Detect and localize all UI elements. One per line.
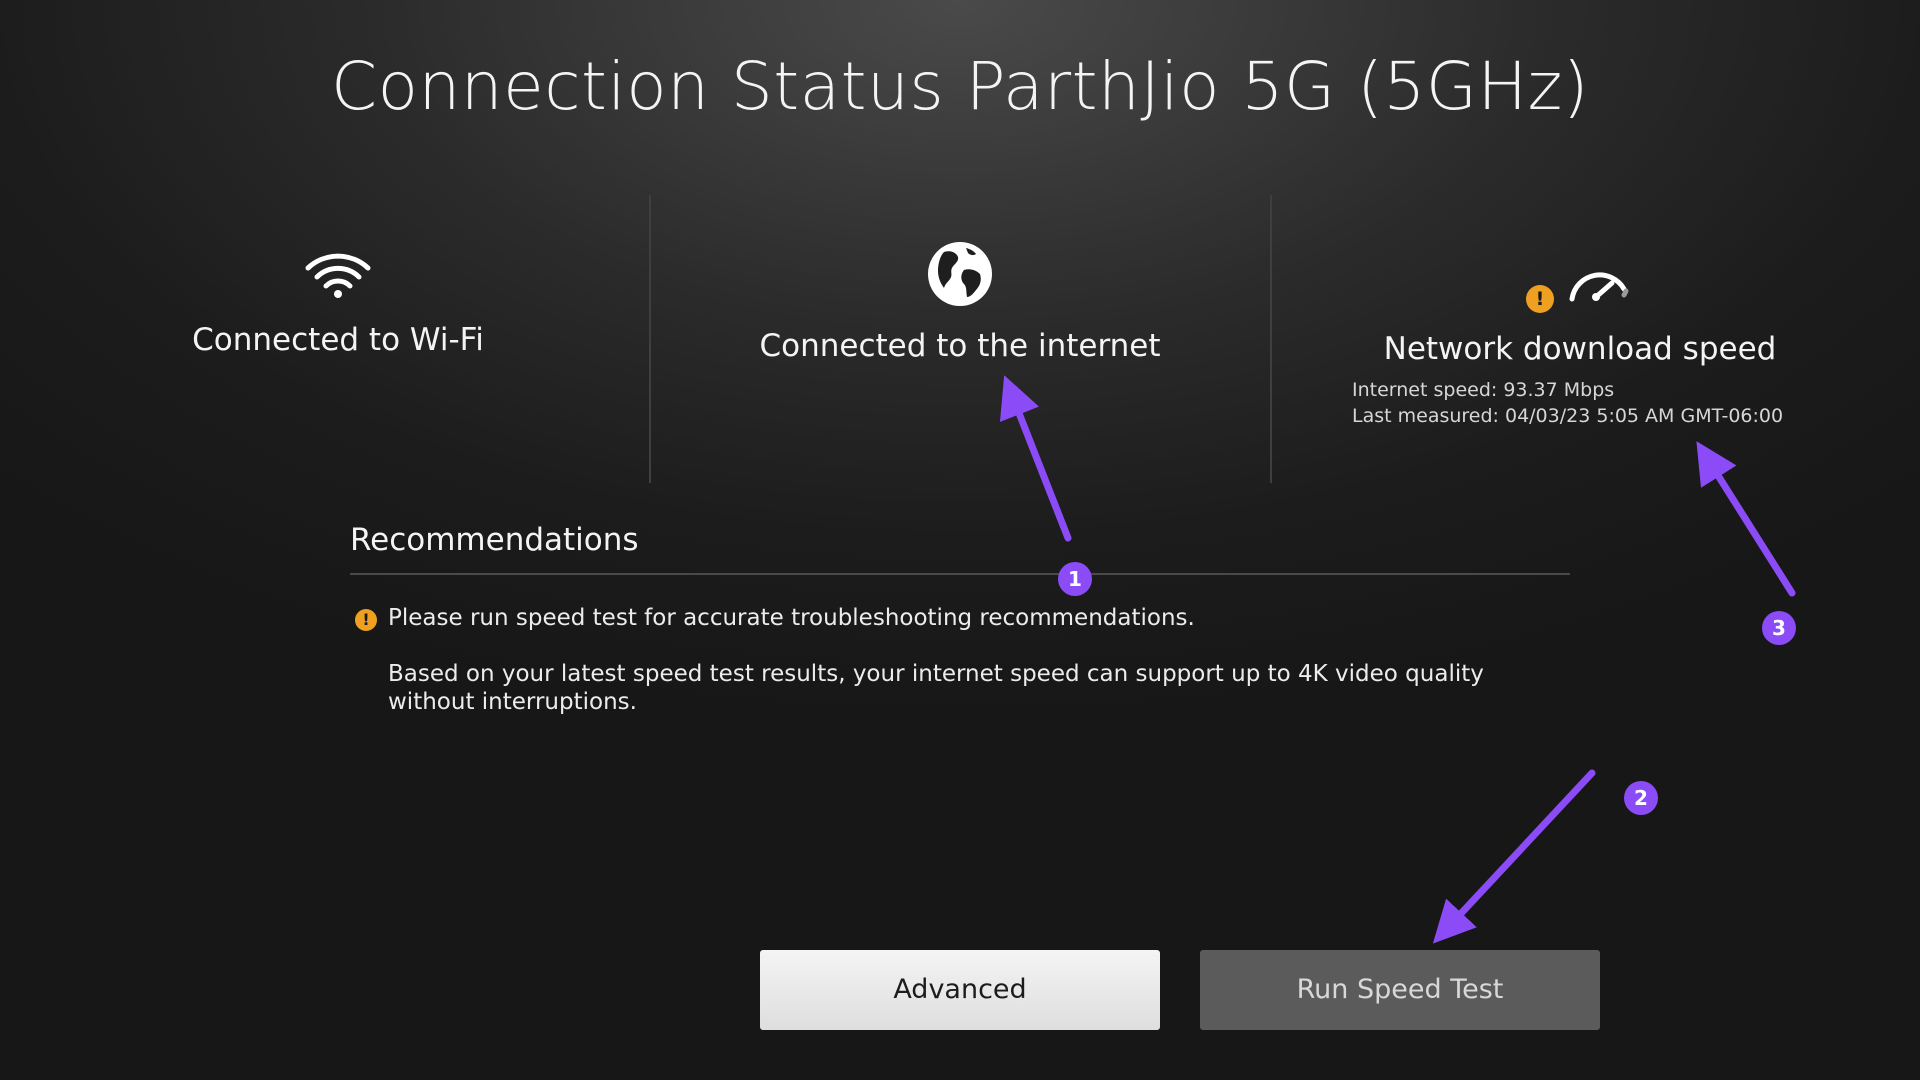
annotation-badge-1: 1 — [1058, 562, 1092, 596]
annotation-badge-3: 3 — [1762, 611, 1796, 645]
panel-divider-right — [1270, 195, 1272, 483]
annotation-badge-2: 2 — [1624, 781, 1658, 815]
wifi-status-panel: Connected to Wi-Fi — [138, 250, 538, 358]
page-title: Connection Status ParthJio 5G (5GHz) — [330, 48, 1589, 125]
last-measured-value: Last measured: 04/03/23 5:05 AM GMT-06:0… — [1352, 405, 1784, 427]
annotation-arrow — [999, 375, 1072, 542]
speed-status-panel: ! Network download speed Internet speed:… — [1320, 255, 1840, 429]
annotation-overlay: 1 2 3 — [999, 375, 1796, 944]
speed-status-label: Network download speed — [1383, 331, 1777, 367]
recommendations-heading: Recommendations — [350, 522, 639, 558]
warning-icon: ! — [355, 609, 377, 631]
wifi-icon — [305, 253, 371, 298]
internet-status-label: Connected to the internet — [759, 328, 1161, 364]
speedometer-icon — [1569, 272, 1629, 302]
wifi-status-label: Connected to Wi-Fi — [192, 322, 484, 358]
svg-text:2: 2 — [1634, 786, 1648, 810]
run-speed-test-button[interactable]: Run Speed Test — [1200, 950, 1600, 1030]
recommendations-divider — [350, 573, 1570, 575]
annotation-arrow — [1432, 769, 1596, 944]
recommendation-item: Based on your latest speed test results,… — [388, 661, 1484, 687]
warning-icon: ! — [1526, 285, 1554, 313]
svg-text:3: 3 — [1772, 616, 1786, 640]
recommendation-item: Please run speed test for accurate troub… — [388, 605, 1195, 631]
internet-speed-value: Internet speed: 93.37 Mbps — [1352, 379, 1615, 401]
internet-status-panel: Connected to the internet — [720, 240, 1200, 364]
panel-divider-left — [649, 195, 651, 483]
annotation-arrow — [1696, 441, 1796, 597]
globe-icon — [928, 242, 992, 306]
recommendation-item: without interruptions. — [388, 689, 637, 715]
advanced-button[interactable]: Advanced — [760, 950, 1160, 1030]
svg-text:1: 1 — [1068, 567, 1082, 591]
